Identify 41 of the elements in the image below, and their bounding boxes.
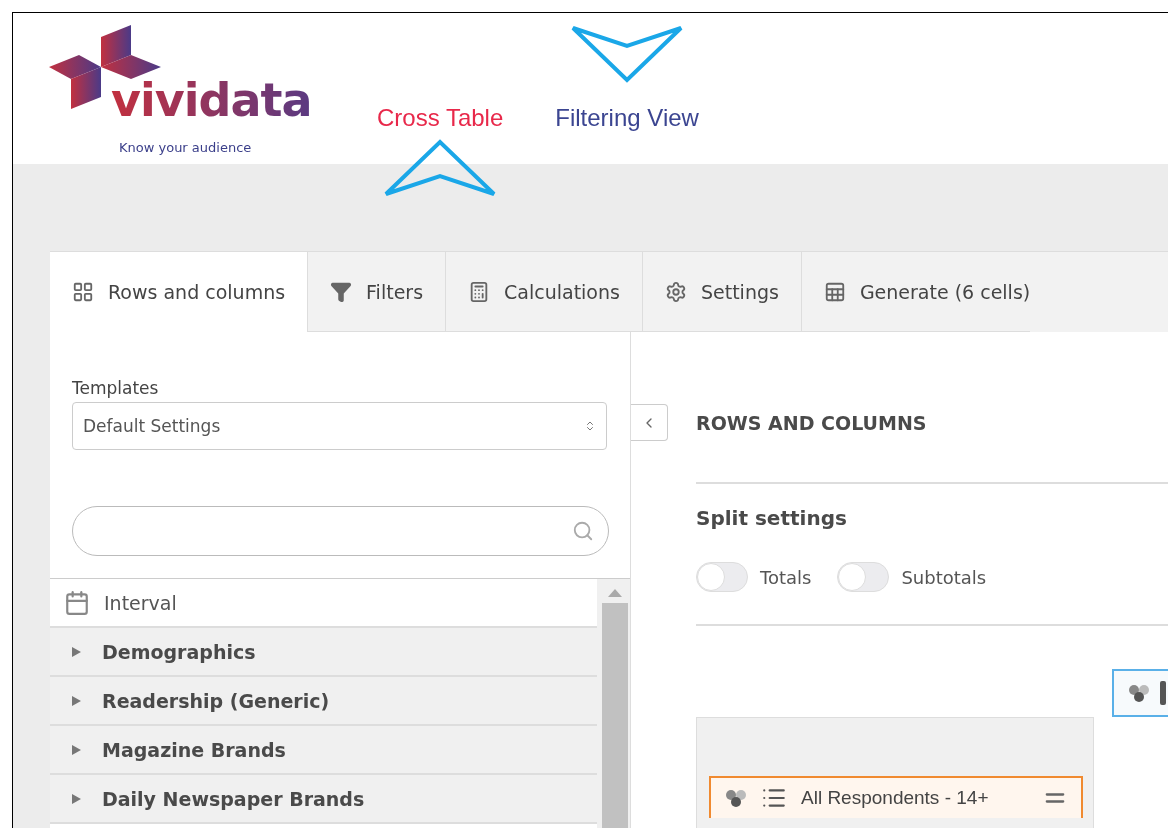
scrollbar-thumb[interactable] (602, 603, 628, 828)
scrollbar[interactable] (597, 579, 630, 828)
settings-icon (664, 280, 687, 303)
tree-item[interactable]: Demographics (50, 628, 597, 677)
tree-label: Demographics (102, 640, 256, 663)
tree-label: Readership (Generic) (102, 689, 330, 712)
tab[interactable]: Calculations (446, 252, 643, 332)
tab[interactable]: Filters (308, 252, 447, 332)
templates-select[interactable]: Default Settings (72, 402, 607, 450)
cluster-icon (1128, 683, 1150, 703)
toggle-switch[interactable] (837, 562, 890, 592)
calendar-icon (64, 589, 90, 616)
table-icon (823, 280, 846, 303)
tree-item[interactable]: Magazine Brands (50, 726, 597, 775)
tree-label: Interval (104, 591, 177, 614)
funnel-icon (330, 280, 353, 303)
row-variable-label: All Respondents - 14+ (801, 787, 990, 809)
column-variable[interactable] (1112, 669, 1168, 717)
split-settings-title: Split settings (696, 506, 848, 530)
section-heading: ROWS AND COLUMNS (696, 412, 928, 434)
nav-link[interactable]: Filtering View (555, 104, 699, 132)
scroll-up-icon[interactable] (608, 589, 622, 597)
collapse-button[interactable] (631, 404, 668, 441)
toggle-label: Subtotals (901, 566, 987, 588)
row-variable[interactable]: All Respondents - 14+ (709, 776, 1083, 818)
toggle-switch[interactable] (696, 562, 748, 592)
tree-label: Daily Newspaper Brands (102, 787, 365, 810)
search-icon (572, 520, 594, 542)
tab[interactable]: Rows and columns (50, 252, 309, 332)
toggle-label: Totals (760, 566, 812, 588)
search-field[interactable] (72, 506, 609, 556)
templates-label: Templates (72, 378, 160, 398)
sort-icon (584, 420, 596, 432)
cluster-icon (725, 788, 747, 808)
tree-item[interactable]: Daily Newspaper Brands (50, 775, 597, 824)
grid-icon (72, 281, 94, 303)
tree-label: Magazine Brands (102, 738, 286, 761)
tab[interactable]: Settings (642, 252, 802, 332)
tree-item[interactable]: Readership (Generic) (50, 677, 597, 726)
logo-tagline: Know your audience (119, 140, 252, 155)
nav-link[interactable]: Cross Table (377, 104, 504, 132)
